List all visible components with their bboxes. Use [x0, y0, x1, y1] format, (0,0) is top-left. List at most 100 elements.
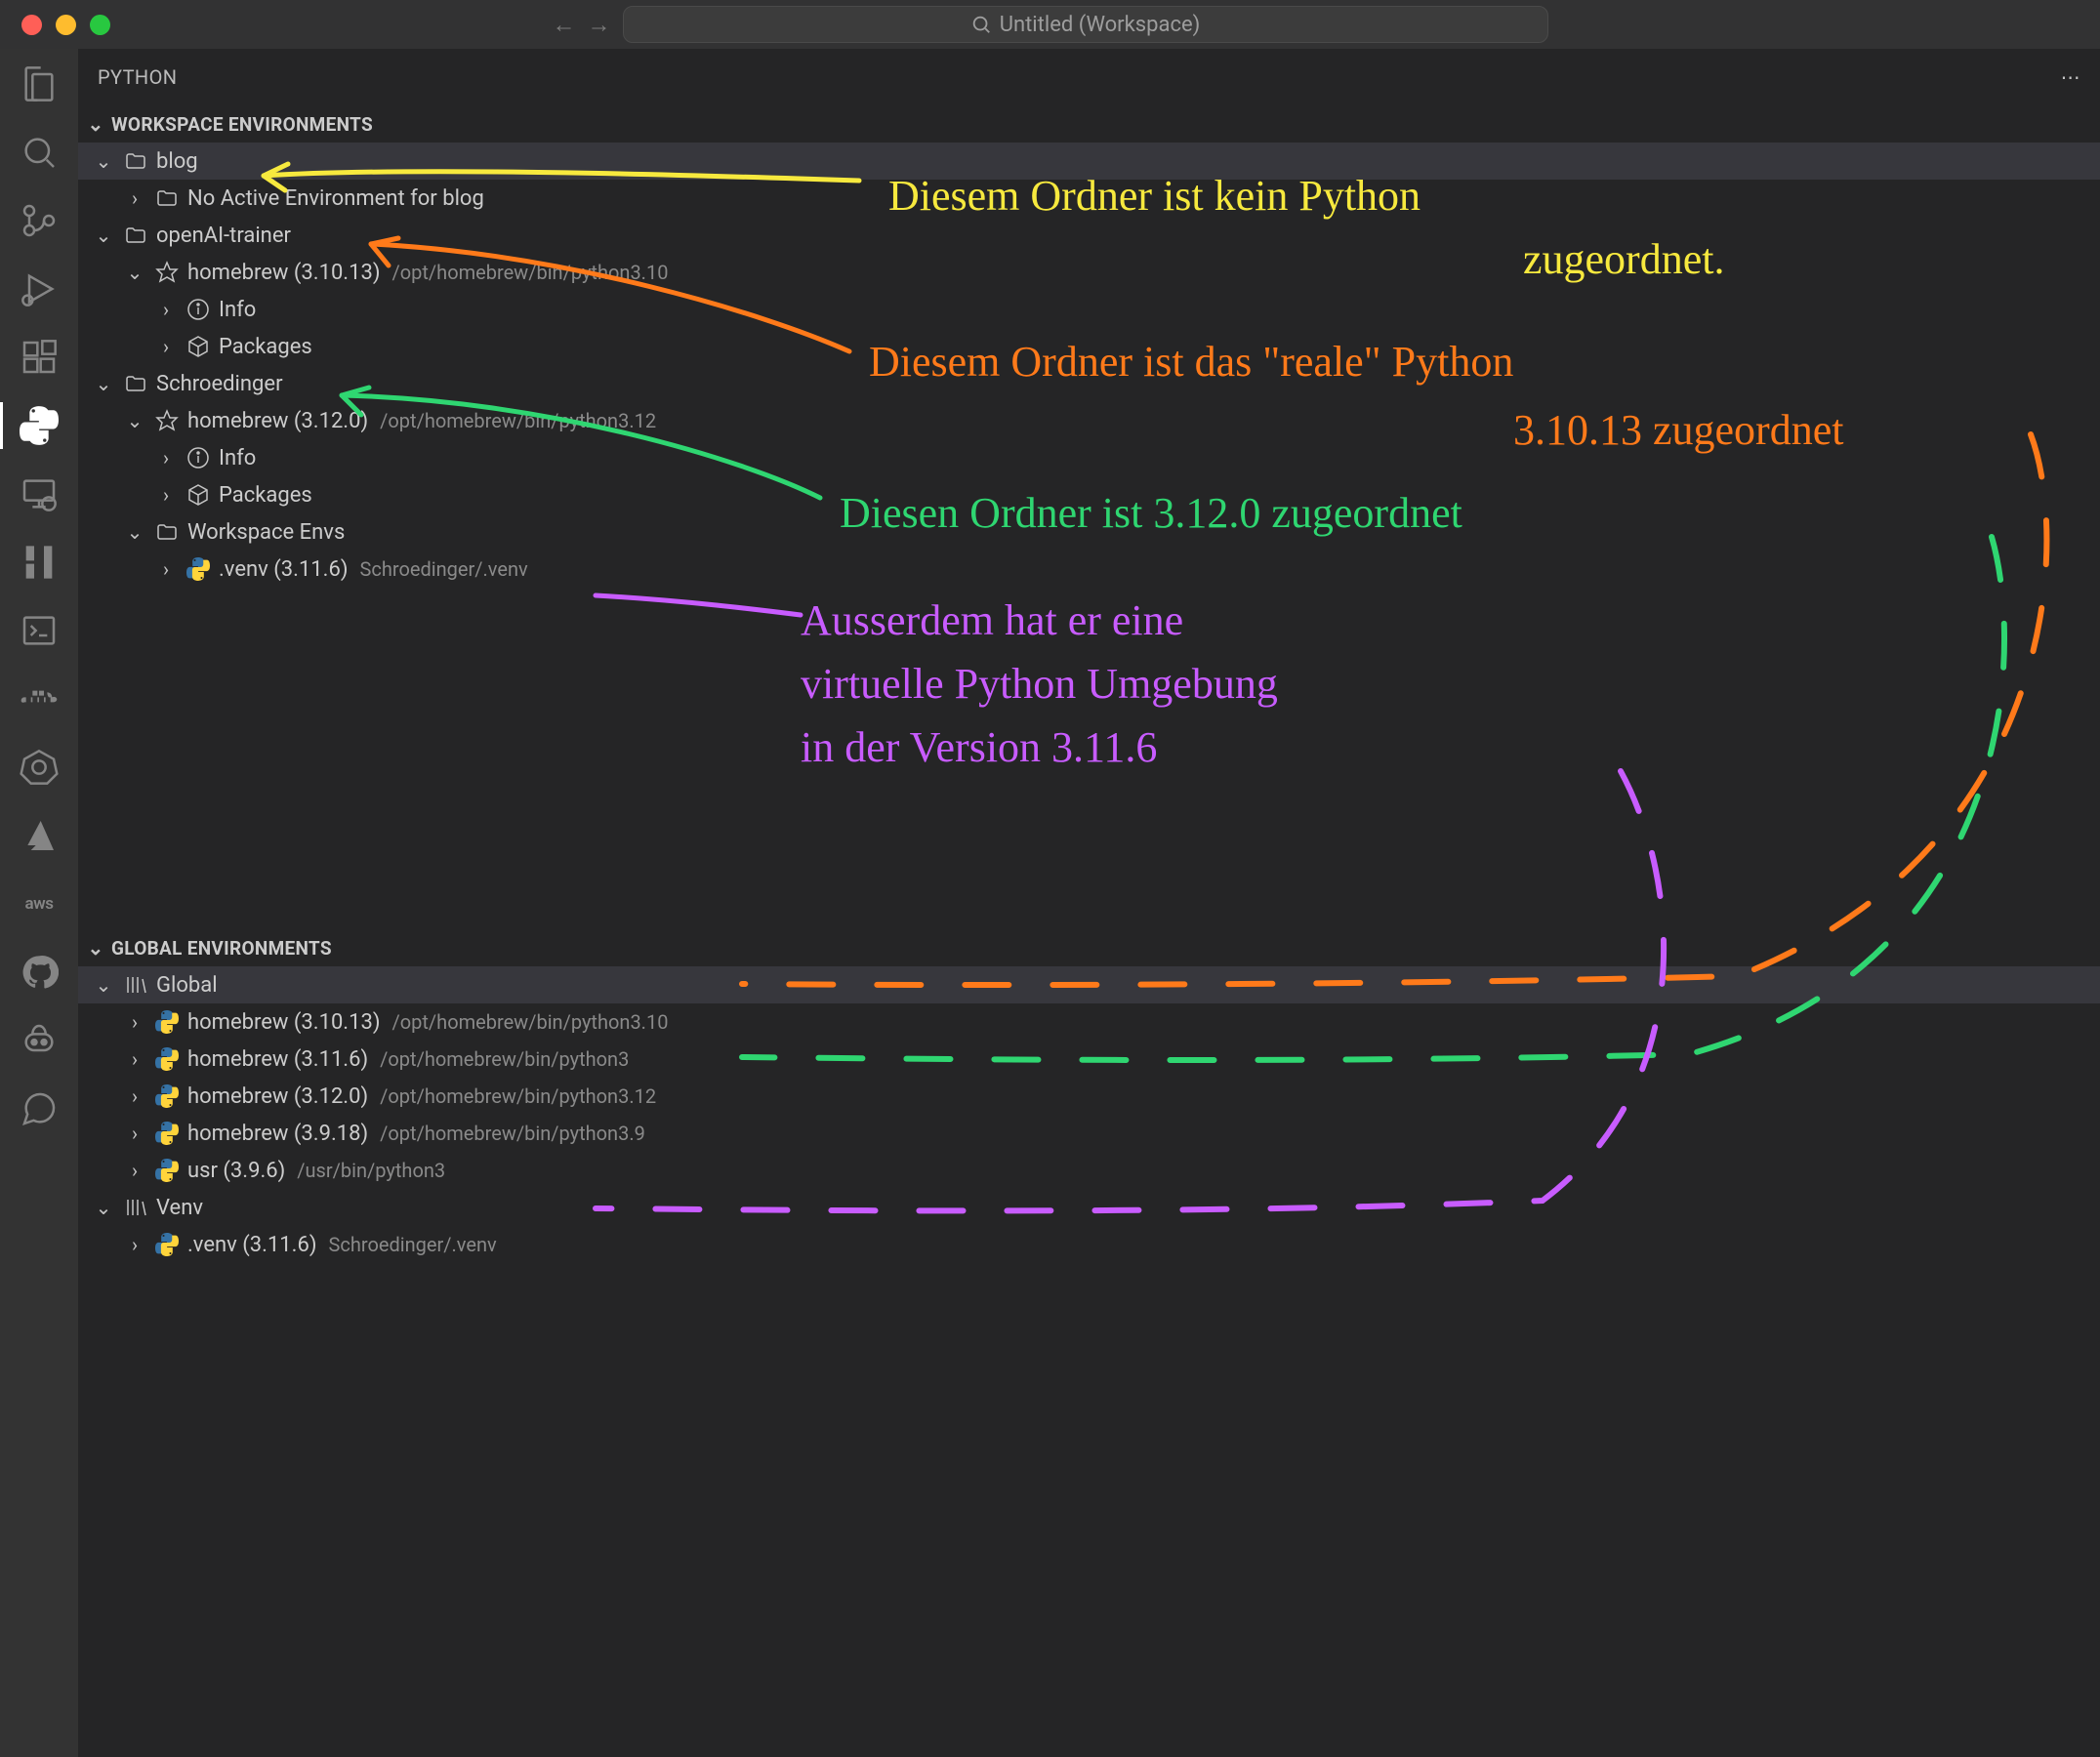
group-label: Global	[156, 973, 218, 998]
maximize-window-button[interactable]	[90, 15, 110, 35]
activity-remote[interactable]	[18, 472, 61, 515]
activity-copilot-chat[interactable]	[18, 1087, 61, 1130]
section-global-environments[interactable]: ⌄ GLOBAL ENVIRONMENTS	[78, 929, 2100, 966]
env-path: /opt/homebrew/bin/python3.12	[380, 409, 656, 432]
section-label: WORKSPACE ENVIRONMENTS	[111, 113, 373, 136]
python-icon	[154, 1158, 180, 1183]
activity-extensions[interactable]	[18, 336, 61, 379]
python-icon	[185, 556, 211, 582]
env-label: homebrew (3.10.13)	[187, 261, 381, 285]
activity-python[interactable]	[18, 404, 61, 447]
env-label: homebrew (3.10.13)	[187, 1010, 381, 1035]
env-path: Schroedinger/.venv	[329, 1233, 497, 1256]
env-label: homebrew (3.11.6)	[187, 1047, 368, 1072]
venv-env[interactable]: › .venv (3.11.6) Schroedinger/.venv	[78, 1226, 2100, 1263]
folder-icon	[154, 185, 180, 211]
env-packages[interactable]: › Packages	[78, 476, 2100, 513]
search-placeholder: Untitled (Workspace)	[1000, 13, 1201, 37]
python-env-sidebar: PYTHON ⋯ ⌄ WORKSPACE ENVIRONMENTS ⌄ blog	[78, 49, 2100, 1757]
global-env[interactable]: › homebrew (3.9.18) /opt/homebrew/bin/py…	[78, 1115, 2100, 1152]
global-env[interactable]: › homebrew (3.11.6) /opt/homebrew/bin/py…	[78, 1041, 2100, 1078]
env-info[interactable]: › Info	[78, 439, 2100, 476]
workspace-envs-label: Workspace Envs	[187, 520, 345, 545]
env-label: .venv (3.11.6)	[187, 1233, 317, 1257]
env-label: homebrew (3.9.18)	[187, 1122, 368, 1146]
env-path: /opt/homebrew/bin/python3.10	[392, 261, 669, 284]
activity-hashicorp[interactable]	[18, 541, 61, 584]
activity-kubernetes[interactable]	[18, 746, 61, 789]
sidebar-more-icon[interactable]: ⋯	[2061, 65, 2080, 89]
activity-source-control[interactable]	[18, 199, 61, 242]
python-icon	[154, 1009, 180, 1035]
package-icon	[185, 334, 211, 359]
section-workspace-environments[interactable]: ⌄ WORKSPACE ENVIRONMENTS	[78, 105, 2100, 143]
folder-label: Schroedinger	[156, 372, 283, 396]
env-label: usr (3.9.6)	[187, 1159, 285, 1183]
section-label: GLOBAL ENVIRONMENTS	[111, 937, 332, 960]
library-icon	[123, 972, 148, 998]
python-icon	[154, 1121, 180, 1146]
no-env-label: No Active Environment for blog	[187, 186, 484, 211]
star-icon	[154, 408, 180, 433]
activity-github[interactable]	[18, 951, 61, 994]
group-label: Venv	[156, 1196, 203, 1220]
venv-label: .venv (3.11.6)	[219, 557, 349, 582]
global-env[interactable]: › usr (3.9.6) /usr/bin/python3	[78, 1152, 2100, 1189]
group-venv[interactable]: ⌄ Venv	[78, 1189, 2100, 1226]
sidebar-header: PYTHON ⋯	[78, 49, 2100, 105]
folder-icon	[154, 519, 180, 545]
sidebar-title: PYTHON	[98, 65, 177, 89]
nav-forward-icon[interactable]: →	[588, 11, 611, 39]
folder-blog[interactable]: ⌄ blog	[78, 143, 2100, 180]
titlebar: ← → Untitled (Workspace)	[0, 0, 2100, 49]
info-label: Info	[219, 298, 256, 322]
activity-aws[interactable]: aws	[18, 882, 61, 925]
venv-3116[interactable]: › .venv (3.11.6) Schroedinger/.venv	[78, 551, 2100, 588]
nav-back-icon[interactable]: ←	[553, 11, 576, 39]
python-icon	[154, 1232, 180, 1257]
minimize-window-button[interactable]	[56, 15, 76, 35]
group-global[interactable]: ⌄ Global	[78, 966, 2100, 1003]
env-path: /opt/homebrew/bin/python3.9	[380, 1122, 645, 1145]
env-homebrew-31013[interactable]: ⌄ homebrew (3.10.13) /opt/homebrew/bin/p…	[78, 254, 2100, 291]
activity-search[interactable]	[18, 131, 61, 174]
env-info[interactable]: › Info	[78, 291, 2100, 328]
folder-schroedinger[interactable]: ⌄ Schroedinger	[78, 365, 2100, 402]
env-path: /opt/homebrew/bin/python3.12	[380, 1084, 656, 1108]
venv-path: Schroedinger/.venv	[360, 557, 528, 581]
global-env[interactable]: › homebrew (3.10.13) /opt/homebrew/bin/p…	[78, 1003, 2100, 1041]
activity-explorer[interactable]	[18, 62, 61, 105]
info-icon	[185, 445, 211, 470]
env-packages[interactable]: › Packages	[78, 328, 2100, 365]
package-icon	[185, 482, 211, 508]
star-icon	[154, 260, 180, 285]
no-env-blog[interactable]: › No Active Environment for blog	[78, 180, 2100, 217]
python-icon	[154, 1083, 180, 1109]
folder-label: openAI-trainer	[156, 224, 291, 248]
info-label: Info	[219, 446, 256, 470]
env-homebrew-3120[interactable]: ⌄ homebrew (3.12.0) /opt/homebrew/bin/py…	[78, 402, 2100, 439]
global-env[interactable]: › homebrew (3.12.0) /opt/homebrew/bin/py…	[78, 1078, 2100, 1115]
library-icon	[123, 1195, 148, 1220]
info-icon	[185, 297, 211, 322]
env-label: homebrew (3.12.0)	[187, 1084, 368, 1109]
folder-icon	[123, 371, 148, 396]
python-icon	[154, 1046, 180, 1072]
activity-run-debug[interactable]	[18, 267, 61, 310]
close-window-button[interactable]	[21, 15, 42, 35]
search-icon	[970, 14, 992, 35]
activity-docker[interactable]	[18, 677, 61, 720]
folder-label: blog	[156, 149, 198, 174]
workspace-envs-group[interactable]: ⌄ Workspace Envs	[78, 513, 2100, 551]
activity-copilot[interactable]	[18, 1019, 61, 1062]
command-center-search[interactable]: Untitled (Workspace)	[623, 6, 1548, 43]
folder-icon	[123, 148, 148, 174]
activity-bar: aws	[0, 49, 78, 1757]
packages-label: Packages	[219, 335, 312, 359]
folder-openai-trainer[interactable]: ⌄ openAI-trainer	[78, 217, 2100, 254]
env-label: homebrew (3.12.0)	[187, 409, 368, 433]
traffic-lights	[0, 15, 110, 35]
activity-azure[interactable]	[18, 814, 61, 857]
activity-terminal[interactable]	[18, 609, 61, 652]
env-path: /usr/bin/python3	[297, 1159, 445, 1182]
